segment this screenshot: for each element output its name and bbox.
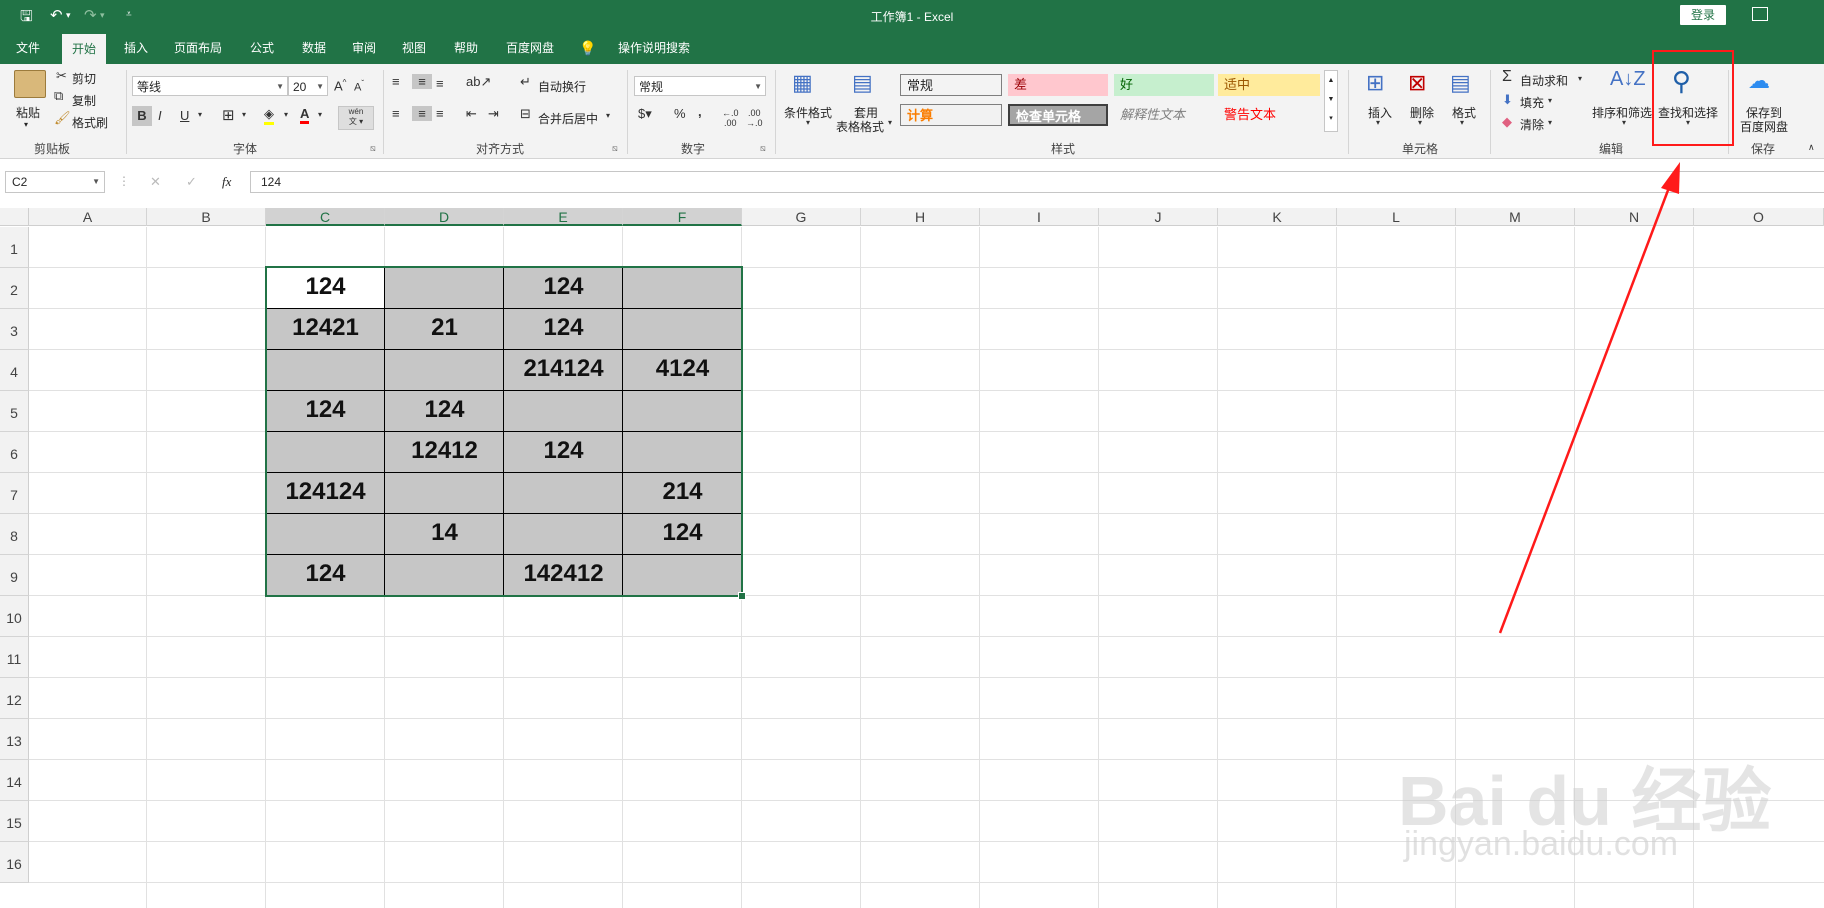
watermark-url: jingyan.baidu.com [1404,825,1679,863]
arrow-head [1661,162,1680,194]
arrow-shaft [1498,184,1672,634]
